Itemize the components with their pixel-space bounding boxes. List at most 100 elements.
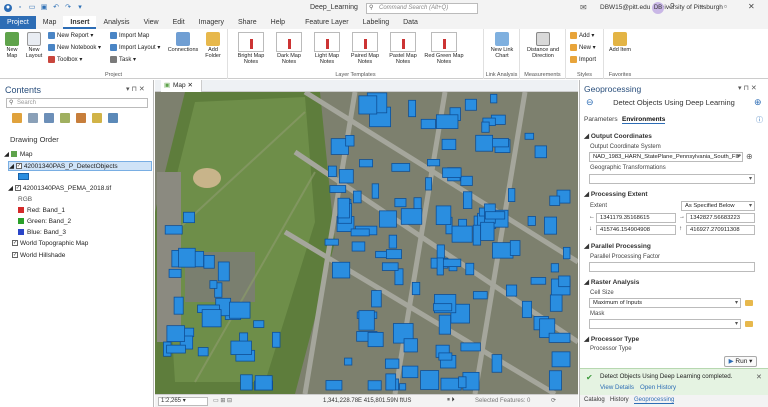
detected-building[interactable] [367,380,382,391]
folder-icon[interactable] [745,300,753,306]
detected-building[interactable] [438,352,453,361]
detected-building[interactable] [164,225,183,235]
import-map-button[interactable]: Import Map [110,32,149,39]
detected-building[interactable] [388,234,398,249]
undo-icon[interactable]: ↶ [52,4,60,12]
tab-history[interactable]: History [610,397,629,403]
detected-building[interactable] [458,376,467,389]
detected-building[interactable] [550,263,559,273]
redo-icon[interactable]: ↷ [64,4,72,12]
tab-feature-layer[interactable]: Feature Layer [298,16,356,29]
detected-building[interactable] [475,134,493,152]
open-project-icon[interactable]: ▭ [28,4,36,12]
detected-building[interactable] [548,332,571,343]
detected-building[interactable] [371,290,382,308]
layer-visibility-checkbox[interactable]: ✓ [15,163,22,170]
detected-building[interactable] [401,365,419,379]
detected-building[interactable] [240,374,253,391]
avatar[interactable]: DB [652,2,664,14]
detected-building[interactable] [375,250,388,259]
toolbox-button[interactable]: Toolbox ▾ [48,56,82,63]
detected-building[interactable] [491,138,509,148]
close-icon[interactable]: ✕ [756,373,762,381]
folder-icon[interactable] [745,321,753,327]
list-by-perspective-icon[interactable] [108,113,118,123]
layer-template-bright[interactable]: Bright Map Notes [234,32,268,65]
detected-building[interactable] [507,188,516,202]
section-parallel-processing[interactable]: ◢ Parallel Processing [584,242,651,250]
detected-building[interactable] [464,98,477,111]
detected-building[interactable] [530,277,547,285]
list-by-source-icon[interactable] [28,113,38,123]
list-by-selection-icon[interactable] [44,113,54,123]
extent-dropdown[interactable]: As Specified Below [681,201,755,211]
detected-building[interactable] [460,342,481,352]
detected-building[interactable] [329,185,347,193]
layer-template-red-green[interactable]: Red Green Map Notes [424,32,464,65]
detected-building[interactable] [166,325,185,342]
detected-building[interactable] [332,261,351,279]
pane-options-icon[interactable]: ▾ ⊓ ✕ [738,84,757,92]
detected-building[interactable] [358,95,378,115]
tab-edit[interactable]: Edit [166,16,192,29]
detected-building[interactable] [201,309,222,328]
tree-map[interactable]: ◢ Map [4,150,32,158]
tab-parameters[interactable]: Parameters [584,116,618,123]
list-by-labeling-icon[interactable] [92,113,102,123]
detected-building[interactable] [217,261,230,282]
tab-imagery[interactable]: Imagery [192,16,231,29]
style-new-button[interactable]: New ▾ [570,44,596,51]
detected-building[interactable] [548,370,562,391]
detected-building[interactable] [420,370,440,390]
add-folder-button[interactable]: Add Folder [202,32,224,59]
detected-building[interactable] [379,210,397,228]
detected-building[interactable] [435,114,459,129]
style-import-button[interactable]: Import [570,56,596,63]
globe-icon[interactable]: ⊕ [746,152,753,161]
detected-building[interactable] [345,135,355,147]
detected-building[interactable] [435,205,452,225]
section-raster-analysis[interactable]: ◢ Raster Analysis [584,278,639,286]
detected-building[interactable] [425,177,432,191]
list-by-editing-icon[interactable] [60,113,70,123]
new-link-chart-button[interactable]: New Link Chart [486,32,518,59]
layer-template-pastel[interactable]: Pastel Map Notes [386,32,420,65]
detected-building[interactable] [490,93,498,104]
extent-bottom-field[interactable]: 415746.154904908 [596,225,676,235]
map-scale-dropdown[interactable]: 1:2,265 ▾ [158,397,208,406]
detected-building[interactable] [337,197,350,219]
detected-building[interactable] [521,300,532,318]
tab-geoprocessing[interactable]: Geoprocessing [634,397,675,404]
detected-building[interactable] [527,216,536,226]
detected-building[interactable] [420,118,436,130]
customize-icon[interactable]: ▾ [76,4,84,12]
detected-building[interactable] [178,247,196,268]
import-layout-button[interactable]: Import Layout ▾ [110,44,160,51]
new-notebook-button[interactable]: New Notebook ▾ [48,44,101,51]
detected-building[interactable] [359,159,374,168]
detected-building[interactable] [230,340,252,355]
detected-building[interactable] [427,159,441,167]
detected-building[interactable] [394,268,404,286]
detected-building[interactable] [381,262,399,271]
add-item-button[interactable]: Add Item [606,32,634,53]
detected-building[interactable] [399,383,407,391]
style-add-button[interactable]: Add ▾ [570,32,594,39]
contents-search-input[interactable]: ⚲ Search [6,98,148,108]
detected-building[interactable] [436,257,444,276]
tab-view[interactable]: View [137,16,166,29]
map-view-tab[interactable]: ▣ Map ✕ [161,80,202,92]
detected-building[interactable] [481,121,490,133]
layer-template-light[interactable]: Light Map Notes [310,32,344,65]
detected-building[interactable] [484,211,506,220]
maximize-icon[interactable]: ▫ [724,2,727,11]
tree-layer-detect-objects[interactable]: ◢ ✓ 42001340PAS_P_DetectObjects [8,161,152,171]
extent-left-field[interactable]: 1341179.35168615 [596,213,676,223]
detected-building[interactable] [558,275,571,288]
new-layout-button[interactable]: New Layout [23,32,45,59]
detected-building[interactable] [549,195,561,206]
tab-catalog[interactable]: Catalog [584,397,605,403]
tab-share[interactable]: Share [231,16,264,29]
detected-building[interactable] [197,347,209,357]
tab-labeling[interactable]: Labeling [356,16,396,29]
